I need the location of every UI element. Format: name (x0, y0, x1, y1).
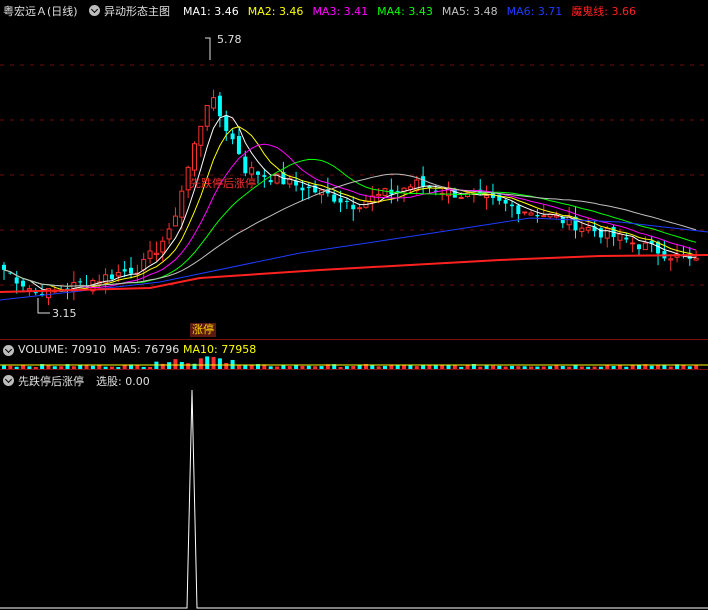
candle-body (382, 188, 388, 196)
volume-bars (0, 356, 708, 369)
zhangting-tag: 涨停 (190, 323, 216, 337)
candle-body (211, 97, 217, 109)
high-price-label: 5.78 (217, 33, 242, 46)
candle-body (528, 212, 534, 216)
signal-line-chart (0, 389, 708, 609)
candle-body (236, 136, 241, 154)
ma2-line (3, 126, 697, 291)
candle-body (198, 125, 204, 146)
candle-body (243, 156, 248, 174)
candle-body (357, 207, 363, 210)
candle-body (484, 195, 490, 199)
candles (2, 89, 699, 306)
candle-body (262, 175, 267, 177)
candle-body (617, 233, 623, 241)
candle-body (503, 199, 508, 204)
candle-body (668, 258, 674, 261)
candle-body (179, 190, 185, 218)
candle-body (115, 271, 121, 277)
candle-body (2, 264, 6, 270)
candle-body (376, 193, 382, 197)
candle-body (624, 237, 629, 240)
signal-pane[interactable]: 先跌停后涨停 选股: 0.00 (0, 370, 708, 610)
candle-body (338, 198, 343, 203)
candle-body (122, 269, 127, 272)
candle-body (153, 252, 159, 255)
signal-spike-line (0, 389, 708, 609)
candle-body (344, 200, 349, 202)
high-marker (205, 37, 211, 60)
candle-body (204, 104, 210, 127)
candle-body (630, 242, 636, 245)
volume-bar (230, 359, 235, 369)
candle-body (458, 196, 464, 199)
candle-body (637, 244, 641, 250)
candle-body (579, 227, 585, 233)
candle-body (224, 115, 229, 131)
candle-body (147, 250, 153, 259)
candle-body (560, 216, 565, 224)
candle-body (541, 215, 547, 218)
candle-body (192, 143, 197, 171)
candle-body (332, 194, 337, 202)
candle-body (109, 274, 114, 280)
candle-body (395, 190, 400, 192)
candlestick-chart[interactable]: 5.78 3.15 先跌停后涨停 (0, 0, 708, 340)
low-price-label: 3.15 (52, 307, 77, 320)
candle-body (172, 215, 178, 227)
candle-body (522, 211, 528, 214)
candle-body (26, 288, 32, 291)
candle-body (78, 281, 83, 283)
candle-body (693, 257, 699, 261)
candle-body (217, 95, 222, 117)
candle-body (510, 204, 514, 207)
volume-bar (211, 356, 216, 369)
volume-bar (167, 362, 172, 369)
candle-body (249, 167, 255, 175)
candle-body (585, 226, 591, 231)
candle-body (129, 267, 133, 274)
volume-bar (173, 359, 178, 369)
main-chart-pane[interactable]: 粤宏远Ａ(日线) 异动形态主图 MA1: 3.46 MA2: 3.46 MA3: 3… (0, 0, 708, 340)
candle-body (516, 205, 521, 215)
ma3-line (3, 143, 697, 289)
signal-annotation: 先跌停后涨停 (190, 176, 256, 190)
candle-body (306, 186, 311, 188)
candle-body (535, 215, 540, 217)
candle-body (33, 292, 38, 294)
candle-body (604, 228, 610, 239)
candle-body (160, 240, 166, 253)
candle-body (166, 228, 172, 240)
candle-body (300, 187, 305, 191)
candle-body (642, 242, 648, 251)
volume-bar (205, 356, 210, 369)
candle-body (14, 277, 19, 284)
volume-bar (198, 358, 203, 369)
candle-body (268, 180, 273, 183)
candle-body (141, 258, 147, 271)
candle-body (351, 204, 356, 210)
volume-pane[interactable]: VOLUME: 70910 MA5: 76796 MA10: 77958 (0, 340, 708, 369)
candle-body (256, 171, 260, 175)
volume-bar (217, 358, 222, 369)
candle-body (21, 280, 26, 287)
candle-body (230, 133, 235, 140)
candle-body (421, 176, 426, 187)
